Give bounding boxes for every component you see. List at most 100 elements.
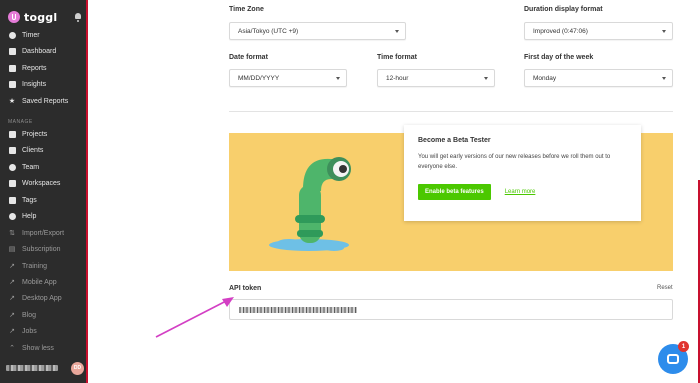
duration-format-value: Improved (0:47:06)	[533, 27, 588, 35]
api-token-field[interactable]	[229, 299, 673, 320]
sidebar-item-label: Workspaces	[22, 179, 61, 187]
external-link-icon: ↗	[9, 312, 15, 319]
chat-icon	[667, 354, 679, 364]
dashboard-icon	[8, 47, 16, 55]
sidebar-item-show-less[interactable]: ⌃ Show less	[8, 341, 84, 355]
chevron-down-icon	[662, 30, 666, 33]
sidebar-item-dashboard[interactable]: Dashboard	[8, 44, 84, 58]
external-link-icon: ↗	[9, 328, 15, 335]
sidebar-item-label: Jobs	[22, 327, 37, 335]
time-format-label: Time format	[377, 54, 417, 61]
sidebar-item-clients[interactable]: Clients	[8, 143, 84, 157]
sidebar-item-label: Clients	[22, 146, 44, 154]
sidebar-item-reports[interactable]: Reports	[8, 61, 84, 75]
beta-actions: Enable beta features Learn more	[418, 184, 627, 200]
sidebar-item-label: Desktop App	[22, 294, 62, 302]
periscope-mascot-illustration	[269, 157, 351, 251]
timezone-value: Asia/Tokyo (UTC +9)	[238, 27, 299, 35]
sidebar-item-jobs[interactable]: ↗ Jobs	[8, 324, 84, 338]
date-format-value: MM/DD/YYYY	[238, 74, 280, 82]
star-icon: ★	[8, 98, 16, 105]
clock-icon	[8, 31, 16, 39]
learn-more-link[interactable]: Learn more	[505, 189, 536, 195]
chevron-down-icon	[484, 77, 488, 80]
chevron-up-icon: ⌃	[9, 345, 15, 352]
sidebar-item-label: Tags	[22, 196, 37, 204]
duration-format-select[interactable]: Improved (0:47:06)	[524, 22, 673, 40]
timezone-label: Time Zone	[229, 6, 264, 13]
sidebar-item-mobile-app[interactable]: ↗ Mobile App	[8, 275, 84, 289]
sidebar-item-label: Reports	[22, 64, 47, 72]
sidebar-item-label: Training	[22, 262, 48, 270]
insights-icon	[8, 80, 16, 88]
timezone-select[interactable]: Asia/Tokyo (UTC +9)	[229, 22, 406, 40]
user-profile[interactable]: DD	[6, 361, 84, 375]
bell-icon[interactable]	[74, 12, 82, 22]
section-divider	[229, 111, 673, 112]
logo-row: toggl	[8, 10, 82, 24]
chevron-down-icon	[336, 77, 340, 80]
tag-icon	[8, 196, 16, 204]
logo-text[interactable]: toggl	[24, 11, 57, 24]
sidebar: toggl Timer Dashboard Reports Insights ★…	[0, 0, 88, 383]
sidebar-item-label: Import/Export	[22, 229, 65, 237]
sidebar-item-label: Blog	[22, 311, 37, 319]
subscription-icon: ▤	[8, 246, 16, 253]
sidebar-item-desktop-app[interactable]: ↗ Desktop App	[8, 291, 84, 305]
first-day-select[interactable]: Monday	[524, 69, 673, 87]
team-icon	[8, 163, 16, 171]
sidebar-item-insights[interactable]: Insights	[8, 77, 84, 91]
beta-tester-banner: Become a Beta Tester You will get early …	[229, 125, 673, 271]
beta-description: You will get early versions of our new r…	[418, 154, 611, 170]
sidebar-item-training[interactable]: ↗ Training	[8, 259, 84, 273]
manage-section-label: MANAGE	[8, 119, 33, 125]
enable-beta-button[interactable]: Enable beta features	[418, 184, 491, 200]
time-format-select[interactable]: 12-hour	[377, 69, 495, 87]
sidebar-item-blog[interactable]: ↗ Blog	[8, 308, 84, 322]
sidebar-item-label: Show less	[22, 344, 54, 352]
sidebar-item-label: Timer	[22, 31, 40, 39]
sidebar-item-help[interactable]: Help	[8, 209, 84, 223]
api-token-label: API token	[229, 285, 262, 292]
projects-icon	[8, 130, 16, 138]
workspaces-icon	[8, 179, 16, 187]
toggl-logo-icon[interactable]	[8, 11, 20, 23]
blurred-username	[6, 365, 58, 371]
sidebar-item-tags[interactable]: Tags	[8, 193, 84, 207]
external-link-icon: ↗	[9, 279, 15, 286]
sidebar-item-label: Team	[22, 163, 40, 171]
notification-badge: 1	[678, 341, 689, 352]
sidebar-item-label: Subscription	[22, 245, 61, 253]
sidebar-item-timer[interactable]: Timer	[8, 28, 84, 42]
clients-icon	[8, 146, 16, 154]
sidebar-item-team[interactable]: Team	[8, 160, 84, 174]
date-format-label: Date format	[229, 54, 268, 61]
beta-card: Become a Beta Tester You will get early …	[404, 125, 641, 221]
time-format-value: 12-hour	[386, 74, 409, 82]
main-content: Time Zone Asia/Tokyo (UTC +9) Duration d…	[90, 0, 700, 383]
sidebar-item-label: Insights	[22, 80, 47, 88]
sidebar-item-subscription[interactable]: ▤ Subscription	[8, 242, 84, 256]
external-link-icon: ↗	[9, 295, 15, 302]
app-window: toggl Timer Dashboard Reports Insights ★…	[0, 0, 700, 383]
sidebar-item-saved-reports[interactable]: ★ Saved Reports	[8, 94, 84, 108]
import-export-icon: ⇅	[9, 230, 15, 237]
sidebar-item-label: Dashboard	[22, 47, 57, 55]
sidebar-item-label: Saved Reports	[22, 97, 69, 105]
sidebar-item-label: Mobile App	[22, 278, 57, 286]
first-day-label: First day of the week	[524, 54, 594, 61]
first-day-value: Monday	[533, 74, 557, 82]
external-link-icon: ↗	[9, 263, 15, 270]
date-format-select[interactable]: MM/DD/YYYY	[229, 69, 347, 87]
sidebar-item-projects[interactable]: Projects	[8, 127, 84, 141]
help-icon	[8, 212, 16, 220]
sidebar-item-label: Projects	[22, 130, 48, 138]
reports-icon	[8, 64, 16, 72]
sidebar-item-label: Help	[22, 212, 37, 220]
duration-format-label: Duration display format	[524, 6, 603, 13]
chevron-down-icon	[662, 77, 666, 80]
reset-token-link[interactable]: Reset	[657, 285, 673, 291]
sidebar-item-workspaces[interactable]: Workspaces	[8, 176, 84, 190]
sidebar-item-import-export[interactable]: ⇅ Import/Export	[8, 226, 84, 240]
avatar[interactable]: DD	[71, 361, 84, 375]
